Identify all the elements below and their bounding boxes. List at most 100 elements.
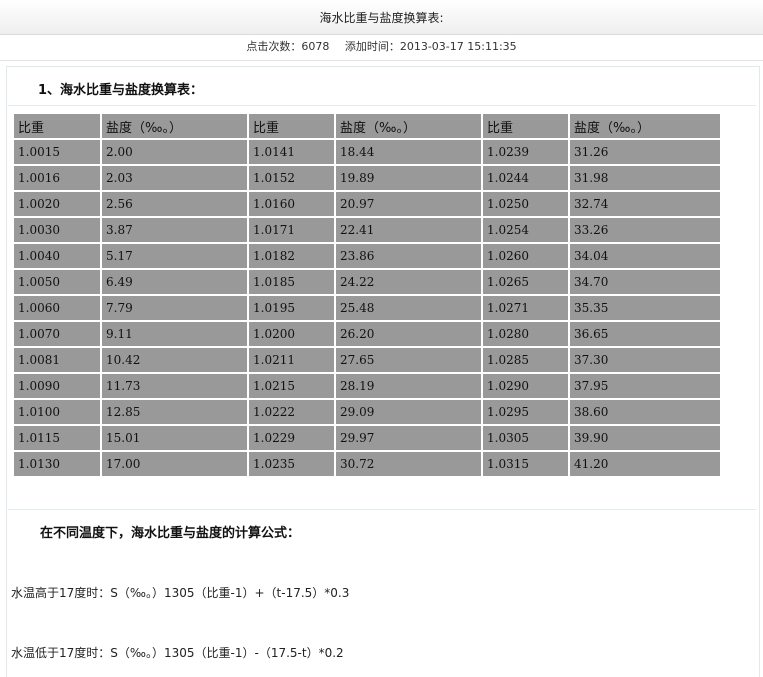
salinity-cell: 2.56 [102,192,247,216]
specific-gravity-cell: 1.0016 [14,166,100,190]
formula-high-temp: 水温高于17度时：S（‰。）1305（比重-1）+（t-17.5）*0.3 [11,586,350,600]
column-header: 盐度（‰。） [570,114,720,138]
specific-gravity-cell: 1.0070 [14,322,100,346]
specific-gravity-cell: 1.0115 [14,426,100,450]
specific-gravity-cell: 1.0271 [483,296,568,320]
specific-gravity-cell: 1.0160 [249,192,334,216]
column-header: 比重 [14,114,100,138]
salinity-cell: 39.90 [570,426,720,450]
specific-gravity-cell: 1.0152 [249,166,334,190]
salinity-cell: 41.20 [570,452,720,476]
salinity-cell: 34.70 [570,270,720,294]
specific-gravity-cell: 1.0185 [249,270,334,294]
salinity-cell: 3.87 [102,218,247,242]
specific-gravity-cell: 1.0171 [249,218,334,242]
salinity-cell: 2.00 [102,140,247,164]
specific-gravity-cell: 1.0020 [14,192,100,216]
salinity-cell: 2.03 [102,166,247,190]
specific-gravity-cell: 1.0250 [483,192,568,216]
specific-gravity-cell: 1.0280 [483,322,568,346]
specific-gravity-cell: 1.0081 [14,348,100,372]
specific-gravity-cell: 1.0285 [483,348,568,372]
specific-gravity-cell: 1.0090 [14,374,100,398]
salinity-cell: 28.19 [336,374,481,398]
divider [8,105,756,106]
salinity-cell: 17.00 [102,452,247,476]
table-row: 1.0090 11.73 1.0215 28.19 1.0290 37.95 [14,374,720,398]
formula-low-temp: 水温低于17度时：S（‰。）1305（比重-1）-（17.5-t）*0.2 [11,646,344,660]
table-row: 1.0060 7.79 1.0195 25.48 1.0271 35.35 [14,296,720,320]
table-row: 1.0016 2.03 1.0152 19.89 1.0244 31.98 [14,166,720,190]
column-header: 比重 [249,114,334,138]
specific-gravity-cell: 1.0239 [483,140,568,164]
specific-gravity-cell: 1.0100 [14,400,100,424]
added-time: 添加时间：2013-03-17 15:11:35 [344,40,517,53]
specific-gravity-cell: 1.0235 [249,452,334,476]
salinity-cell: 24.22 [336,270,481,294]
specific-gravity-cell: 1.0182 [249,244,334,268]
click-count: 点击次数：6078 [246,40,330,53]
specific-gravity-cell: 1.0305 [483,426,568,450]
salinity-cell: 11.73 [102,374,247,398]
specific-gravity-cell: 1.0141 [249,140,334,164]
salinity-cell: 10.42 [102,348,247,372]
specific-gravity-cell: 1.0229 [249,426,334,450]
salinity-cell: 29.09 [336,400,481,424]
specific-gravity-cell: 1.0050 [14,270,100,294]
specific-gravity-cell: 1.0244 [483,166,568,190]
specific-gravity-cell: 1.0195 [249,296,334,320]
table-row: 1.0020 2.56 1.0160 20.97 1.0250 32.74 [14,192,720,216]
salinity-cell: 22.41 [336,218,481,242]
salinity-cell: 36.65 [570,322,720,346]
table-row: 1.0130 17.00 1.0235 30.72 1.0315 41.20 [14,452,720,476]
specific-gravity-cell: 1.0290 [483,374,568,398]
specific-gravity-cell: 1.0295 [483,400,568,424]
salinity-cell: 18.44 [336,140,481,164]
column-header: 比重 [483,114,568,138]
specific-gravity-cell: 1.0030 [14,218,100,242]
salinity-cell: 37.30 [570,348,720,372]
table-header-row: 比重 盐度（‰。） 比重 盐度（‰。） 比重 盐度（‰。） [14,114,720,138]
table-row: 1.0015 2.00 1.0141 18.44 1.0239 31.26 [14,140,720,164]
specific-gravity-cell: 1.0254 [483,218,568,242]
specific-gravity-cell: 1.0211 [249,348,334,372]
specific-gravity-cell: 1.0200 [249,322,334,346]
specific-gravity-cell: 1.0222 [249,400,334,424]
column-header: 盐度（‰。） [102,114,247,138]
table-row: 1.0100 12.85 1.0222 29.09 1.0295 38.60 [14,400,720,424]
salinity-cell: 7.79 [102,296,247,320]
specific-gravity-cell: 1.0040 [14,244,100,268]
salinity-cell: 29.97 [336,426,481,450]
salinity-cell: 23.86 [336,244,481,268]
salinity-cell: 5.17 [102,244,247,268]
table-row: 1.0040 5.17 1.0182 23.86 1.0260 34.04 [14,244,720,268]
page-title: 海水比重与盐度换算表: [0,0,763,35]
salinity-cell: 9.11 [102,322,247,346]
salinity-cell: 33.26 [570,218,720,242]
salinity-cell: 19.89 [336,166,481,190]
salinity-cell: 20.97 [336,192,481,216]
salinity-cell: 34.04 [570,244,720,268]
table-row: 1.0081 10.42 1.0211 27.65 1.0285 37.30 [14,348,720,372]
column-header: 盐度（‰。） [336,114,481,138]
salinity-cell: 6.49 [102,270,247,294]
divider [8,509,756,510]
specific-gravity-cell: 1.0260 [483,244,568,268]
specific-gravity-cell: 1.0015 [14,140,100,164]
salinity-cell: 12.85 [102,400,247,424]
specific-gravity-cell: 1.0130 [14,452,100,476]
salinity-cell: 31.98 [570,166,720,190]
salinity-cell: 30.72 [336,452,481,476]
specific-gravity-cell: 1.0060 [14,296,100,320]
section-heading: 1、海水比重与盐度换算表： [38,83,204,98]
salinity-cell: 37.95 [570,374,720,398]
conversion-table: 比重 盐度（‰。） 比重 盐度（‰。） 比重 盐度（‰。） 1.0015 2.00 1.0141… [12,112,722,478]
specific-gravity-cell: 1.0215 [249,374,334,398]
salinity-cell: 26.20 [336,322,481,346]
formula-heading: 在不同温度下，海水比重与盐度的计算公式： [40,526,301,541]
salinity-cell: 15.01 [102,426,247,450]
salinity-cell: 27.65 [336,348,481,372]
article-meta: 点击次数：6078 添加时间：2013-03-17 15:11:35 [0,35,763,61]
table-row: 1.0050 6.49 1.0185 24.22 1.0265 34.70 [14,270,720,294]
table-row: 1.0115 15.01 1.0229 29.97 1.0305 39.90 [14,426,720,450]
